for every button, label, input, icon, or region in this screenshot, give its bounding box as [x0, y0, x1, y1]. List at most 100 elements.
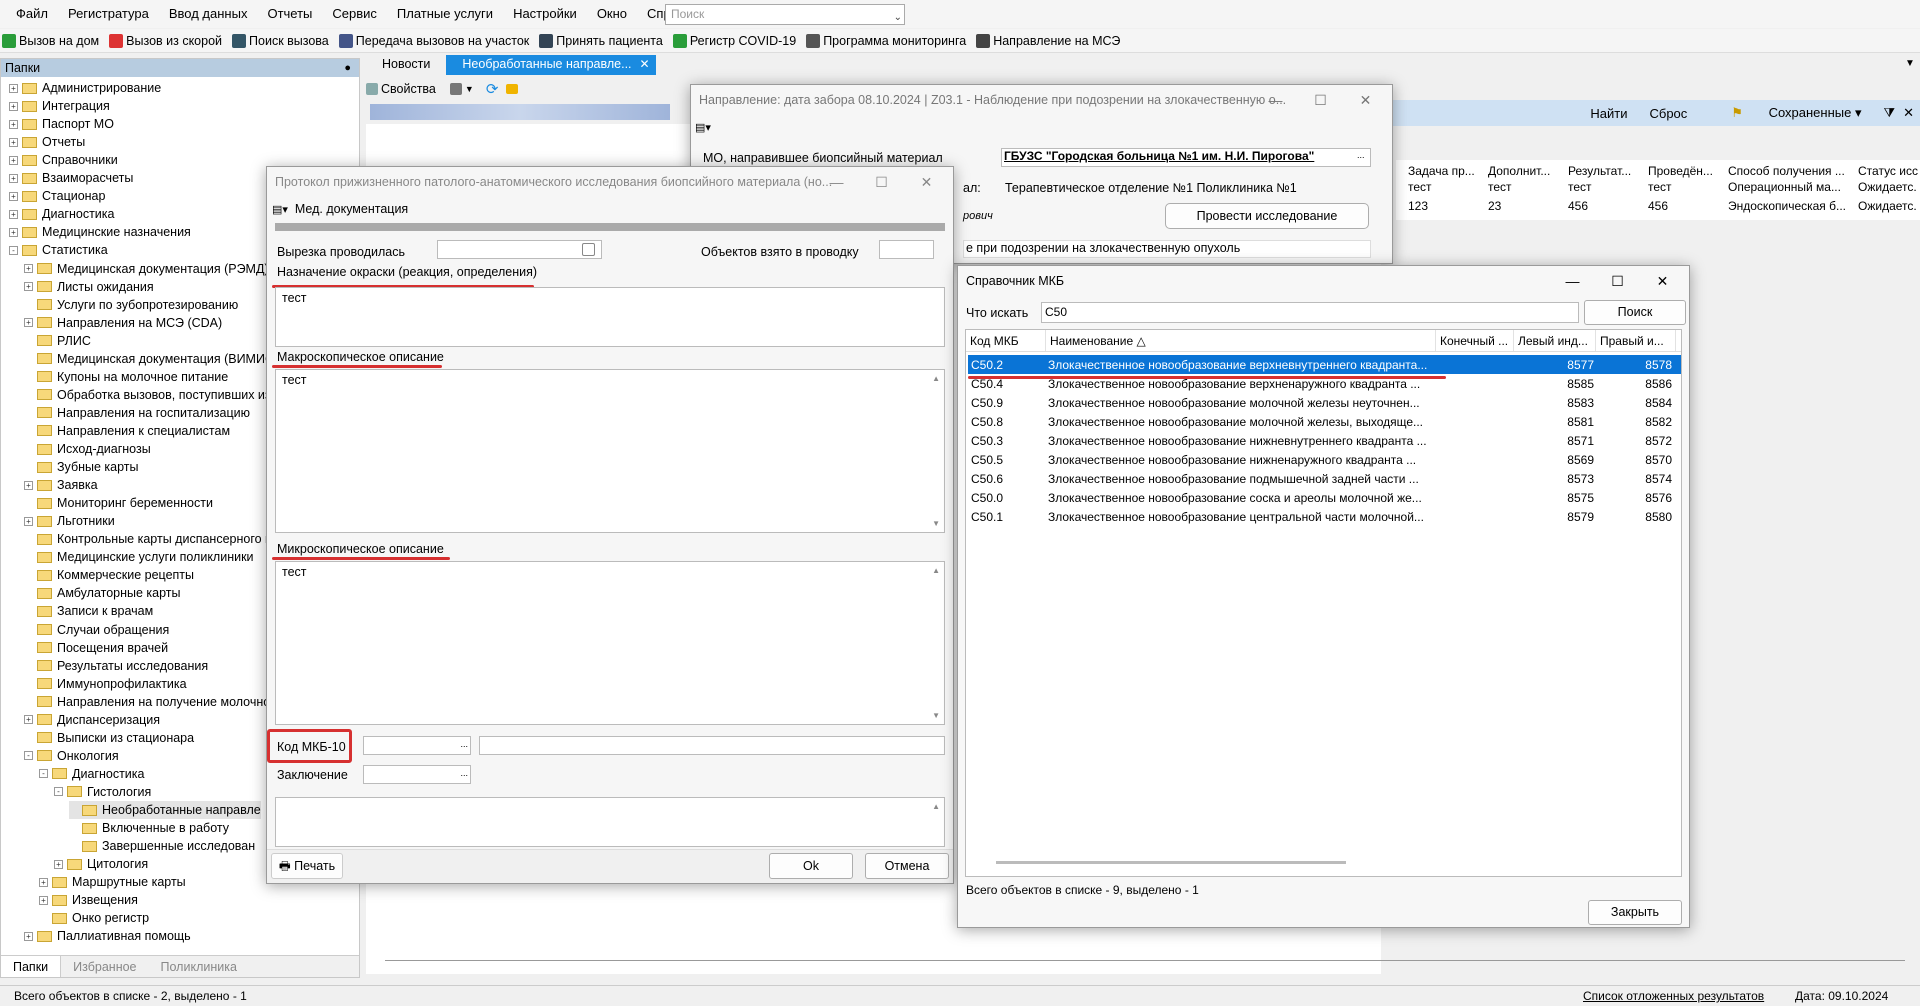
cut-checkbox[interactable]: [582, 243, 595, 256]
chevron-down-icon[interactable]: ⌄: [894, 8, 902, 27]
menu-item[interactable]: Отчеты: [257, 0, 322, 28]
expand-icon[interactable]: -: [54, 787, 63, 797]
expand-icon[interactable]: +: [24, 318, 33, 328]
tree-item[interactable]: Обработка вызовов, поступивших из: [24, 386, 271, 404]
table-row[interactable]: 123 23 456 456 Эндоскопическая б... Ожидаетс.: [1408, 199, 1920, 213]
expand-icon[interactable]: +: [9, 191, 18, 201]
close-icon[interactable]: ✕: [1640, 266, 1685, 296]
scroll-up-icon[interactable]: ▲: [932, 566, 940, 575]
expand-icon[interactable]: +: [24, 264, 33, 273]
ok-button[interactable]: Ok: [769, 853, 853, 879]
tree-item[interactable]: Услуги по зубопротезированию: [24, 296, 238, 314]
tree-item[interactable]: Контрольные карты диспансерного н: [24, 530, 272, 548]
menu-item[interactable]: Файл: [6, 0, 58, 28]
tree-item[interactable]: + Льготники: [24, 512, 115, 530]
tree-item[interactable]: Выписки из стационара: [24, 729, 194, 747]
table-row[interactable]: C50.8 Злокачественное новообразование мол…: [968, 412, 1681, 431]
toolbar-button[interactable]: Вызов из скорой: [109, 33, 222, 48]
lookup-button[interactable]: ...: [1357, 150, 1371, 164]
scroll-down-icon[interactable]: ▼: [932, 519, 940, 528]
tree-item[interactable]: Зубные карты: [24, 458, 139, 476]
column-header[interactable]: Правый и...: [1596, 330, 1676, 351]
macro-textarea[interactable]: тест ▲ ▼: [275, 369, 945, 533]
tree-item[interactable]: + Администрирование: [9, 79, 161, 97]
expand-icon[interactable]: +: [54, 859, 63, 869]
tree-item[interactable]: + Интеграция: [9, 97, 110, 115]
micro-textarea[interactable]: тест ▲ ▼: [275, 561, 945, 725]
expand-icon[interactable]: -: [9, 245, 18, 255]
menu-item[interactable]: Настройки: [503, 0, 587, 28]
find-input[interactable]: C50: [1041, 302, 1579, 323]
chevron-down-icon[interactable]: ▼: [1905, 58, 1915, 69]
tree-item[interactable]: + Стационар: [9, 187, 105, 205]
start-research-button[interactable]: Провести исследование: [1165, 203, 1369, 229]
tab-news[interactable]: Новости: [366, 55, 446, 75]
tree-item[interactable]: + Паллиативная помощь: [24, 927, 191, 945]
expand-icon[interactable]: +: [9, 83, 18, 93]
toolbar-button[interactable]: Направление на МСЭ: [976, 33, 1120, 48]
tree-item[interactable]: Записи к врачам: [24, 602, 153, 620]
close-icon[interactable]: ✕: [639, 55, 649, 74]
filter-icon[interactable]: ⧩: [1883, 105, 1895, 121]
toolbar-button[interactable]: Вызов на дом: [2, 33, 99, 48]
tree-item[interactable]: + Паспорт МО: [9, 115, 114, 133]
table-row[interactable]: C50.9 Злокачественное новообразование мол…: [968, 393, 1681, 412]
table-row[interactable]: тест тест тест тест Операционный ма... Ожидае…: [1408, 180, 1920, 194]
tree-item[interactable]: + Листы ожидания: [24, 278, 154, 296]
tree-item[interactable]: + Медицинская документация (РЭМД): [24, 260, 269, 278]
tree-item[interactable]: Включенные в работу: [69, 819, 229, 837]
close-icon[interactable]: ✕: [904, 167, 949, 197]
properties-button[interactable]: Свойства: [381, 82, 436, 96]
column-header[interactable]: Левый инд...: [1514, 330, 1596, 351]
panel-tab[interactable]: Папки: [1, 956, 62, 977]
stain-textarea[interactable]: тест: [275, 287, 945, 347]
conclusion-textarea[interactable]: ▲: [275, 797, 945, 847]
deferred-results-link[interactable]: Список отложенных результатов: [1583, 989, 1764, 1003]
tree-item[interactable]: + Направления на МСЭ (CDA): [24, 314, 222, 332]
tree-item[interactable]: - Диагностика: [39, 765, 144, 783]
expand-icon[interactable]: +: [9, 209, 18, 219]
expand-icon[interactable]: +: [24, 282, 33, 292]
tree-item[interactable]: Медицинская документация (ВИМИС): [24, 350, 278, 368]
menu-item[interactable]: Ввод данных: [159, 0, 258, 28]
expand-icon[interactable]: +: [24, 480, 33, 490]
tree-item[interactable]: Направления на госпитализацию: [24, 404, 250, 422]
scrollbar[interactable]: [385, 960, 1905, 961]
table-row[interactable]: C50.3 Злокачественное новообразование ниж…: [968, 431, 1681, 450]
column-header[interactable]: Конечный ...: [1436, 330, 1514, 351]
chevron-down-icon[interactable]: ▼: [465, 84, 474, 94]
conclusion-code-field[interactable]: ...: [363, 765, 471, 784]
folder-icon[interactable]: [506, 84, 519, 94]
lookup-button[interactable]: ...: [460, 768, 468, 778]
tree-item[interactable]: - Онкология: [24, 747, 119, 765]
toolbar-button[interactable]: Программа мониторинга: [806, 33, 966, 48]
tree-item[interactable]: + Справочники: [9, 151, 118, 169]
tree-item[interactable]: Посещения врачей: [24, 639, 168, 657]
table-row[interactable]: C50.2 Злокачественное новообразование вер…: [968, 355, 1681, 374]
expand-icon[interactable]: -: [24, 751, 33, 761]
tree-item[interactable]: + Цитология: [54, 855, 148, 873]
expand-icon[interactable]: +: [9, 173, 18, 183]
saved-button[interactable]: ⚑ Сохраненные ▾: [1709, 105, 1861, 121]
tree-item[interactable]: + Извещения: [39, 891, 138, 909]
tree-item[interactable]: Случаи обращения: [24, 621, 169, 639]
menu-item[interactable]: Платные услуги: [387, 0, 503, 28]
table-row[interactable]: C50.6 Злокачественное новообразование под…: [968, 469, 1681, 488]
table-row[interactable]: C50.0 Злокачественное новообразование сос…: [968, 488, 1681, 507]
tree-item[interactable]: - Гистология: [54, 783, 151, 801]
find-button[interactable]: Поиск: [1584, 300, 1686, 325]
tree-item[interactable]: + Диагностика: [9, 205, 114, 223]
minimize-icon[interactable]: —: [1550, 266, 1595, 296]
scroll-up-icon[interactable]: ▲: [932, 802, 940, 811]
minimize-icon[interactable]: —: [814, 167, 859, 197]
tree-item[interactable]: Результаты исследования: [24, 657, 208, 675]
table-row[interactable]: C50.5 Злокачественное новообразование ниж…: [968, 450, 1681, 469]
expand-icon[interactable]: +: [9, 227, 18, 237]
panel-tab[interactable]: Избранное: [61, 956, 148, 977]
expand-icon[interactable]: +: [24, 931, 33, 941]
expand-icon[interactable]: +: [9, 137, 18, 147]
tree-item[interactable]: Онко регистр: [39, 909, 149, 927]
menu-item[interactable]: Сервис: [322, 0, 387, 28]
tree-item[interactable]: РЛИС: [24, 332, 91, 350]
save-icon[interactable]: [449, 83, 462, 95]
